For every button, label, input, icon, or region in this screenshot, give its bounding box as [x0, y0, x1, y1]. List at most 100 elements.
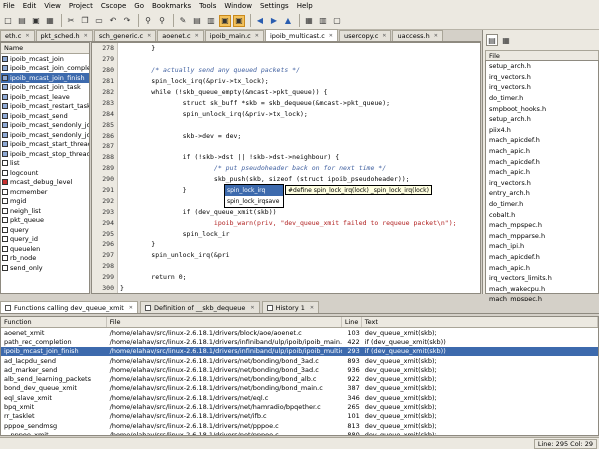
table-row[interactable]: bpq_xmit/home/elahav/src/linux-2.6.18.1/… — [1, 402, 598, 411]
code-line[interactable]: } — [120, 43, 480, 54]
menu-go[interactable]: Go — [134, 2, 144, 10]
menu-settings[interactable]: Settings — [260, 2, 289, 10]
symbol-item[interactable]: ipoib_mcast_leave — [1, 92, 89, 102]
close-icon[interactable]: ✕ — [129, 305, 133, 311]
result-tab[interactable]: Definition of __skb_dequeue ✕ — [139, 301, 260, 313]
tab-uaccess-h[interactable]: uaccess.h ✕ — [392, 30, 443, 41]
copy-icon[interactable]: ❐ — [79, 15, 91, 27]
symbol-item[interactable]: mcast_debug_level — [1, 178, 89, 188]
close-icon[interactable]: ✕ — [255, 33, 259, 39]
code-line[interactable]: } — [120, 239, 480, 250]
code-line[interactable]: if (dev_queue_xmit(skb)) — [120, 206, 480, 217]
symbol-item[interactable]: query_id — [1, 235, 89, 245]
file-item[interactable]: mach_apic.h — [486, 262, 598, 273]
file-item[interactable]: cobalt.h — [486, 209, 598, 220]
code-line[interactable]: spin_lock_ir — [120, 228, 480, 239]
symbol-item[interactable]: ipoib_mcast_join — [1, 54, 89, 64]
file-item[interactable]: mach_wakecpu.h — [486, 283, 598, 294]
code-line[interactable] — [120, 195, 480, 206]
code-line[interactable]: ipoib_warn(priv, "dev_queue_xmit failed … — [120, 217, 480, 228]
symbol-item[interactable]: neigh_list — [1, 206, 89, 216]
column-file[interactable]: File — [107, 317, 342, 327]
code-line[interactable] — [120, 141, 480, 152]
close-icon[interactable]: ✕ — [329, 33, 333, 39]
file-item[interactable]: mach_apic.h — [486, 167, 598, 178]
tab-pkt-sched-h[interactable]: pkt_sched.h ✕ — [35, 30, 93, 41]
autocomplete-item[interactable]: spin_lock_irqsave — [225, 196, 283, 207]
symbol-item[interactable]: ipoib_mcast_send — [1, 111, 89, 121]
symbol-item[interactable]: list — [1, 159, 89, 169]
code-lines[interactable]: } /* actually send any queued packets */… — [120, 43, 480, 293]
menu-project[interactable]: Project — [69, 2, 93, 10]
symbol-item[interactable]: ipoib_mcast_restart_task — [1, 102, 89, 112]
menu-bookmarks[interactable]: Bookmarks — [152, 2, 191, 10]
tab-usercopy-c[interactable]: usercopy.c ✕ — [339, 30, 392, 41]
find-icon[interactable]: ⚲ — [142, 15, 154, 27]
split-icon[interactable]: ▥ — [317, 15, 329, 27]
result-tab[interactable]: History 1 ✕ — [261, 301, 320, 313]
code-line[interactable]: skb_push(skb, sizeof (struct ipoib_pseud… — [120, 174, 480, 185]
code-line[interactable] — [120, 54, 480, 65]
file-item[interactable]: do_timer.h — [486, 93, 598, 104]
code-line[interactable]: spin_lock_irq(&priv->tx_lock); — [120, 76, 480, 87]
symbol-item[interactable]: logcount — [1, 168, 89, 178]
back-icon[interactable]: ◀ — [254, 15, 266, 27]
file-item[interactable]: irq_vectors.h — [486, 82, 598, 93]
close-icon[interactable]: ✕ — [25, 33, 29, 39]
file-item[interactable]: piix4.h — [486, 125, 598, 136]
table-row[interactable]: rr_tasklet/home/elahav/src/linux-2.6.18.… — [1, 412, 598, 421]
window-icon[interactable]: ▢ — [331, 15, 343, 27]
redo-icon[interactable]: ↷ — [121, 15, 133, 27]
file-item[interactable]: mach_apicdef.h — [486, 135, 598, 146]
code-line[interactable]: while (!skb_queue_empty(&mcast->pkt_queu… — [120, 87, 480, 98]
symbol-item[interactable]: pkt_queue — [1, 216, 89, 226]
file-item[interactable]: mach_apic.h — [486, 146, 598, 157]
symbol-item[interactable]: queuelen — [1, 244, 89, 254]
table-row[interactable]: path_rec_completion/home/elahav/src/linu… — [1, 337, 598, 346]
code-line[interactable]: } — [120, 283, 480, 293]
table-row[interactable]: bond_dev_queue_xmit/home/elahav/src/linu… — [1, 384, 598, 393]
find-next-icon[interactable]: ⚲ — [156, 15, 168, 27]
query-icon[interactable]: ✎ — [177, 15, 189, 27]
file-item[interactable]: mach_mpparse.h — [486, 231, 598, 242]
forward-icon[interactable]: ▶ — [268, 15, 280, 27]
file-tree-icon[interactable]: ▦ — [500, 34, 512, 46]
new-file-icon[interactable]: □ — [2, 15, 14, 27]
table-row[interactable]: aoenet_xmit/home/elahav/src/linux-2.6.18… — [1, 328, 598, 337]
file-item[interactable]: smpboot_hooks.h — [486, 103, 598, 114]
symbol-item[interactable]: ipoib_mcast_join_complet — [1, 64, 89, 74]
close-icon[interactable]: ✕ — [382, 33, 386, 39]
close-icon[interactable]: ✕ — [195, 33, 199, 39]
tab-aoenet-c[interactable]: aoenet.c ✕ — [157, 30, 204, 41]
open-icon[interactable]: ▤ — [16, 15, 28, 27]
close-icon[interactable]: ✕ — [250, 305, 254, 311]
file-item[interactable]: mach_mpspec.h — [486, 220, 598, 231]
column-line[interactable]: Line — [342, 317, 362, 327]
symbol-list-header[interactable]: Name — [1, 43, 89, 54]
file-item[interactable]: mach_apicdef.h — [486, 252, 598, 263]
menu-help[interactable]: Help — [297, 2, 313, 10]
paste-icon[interactable]: ▭ — [93, 15, 105, 27]
file-item[interactable]: mach_ipi.h — [486, 241, 598, 252]
code-line[interactable]: return 0; — [120, 272, 480, 283]
code-line[interactable]: /* actually send any queued packets */ — [120, 65, 480, 76]
table-row[interactable]: ad_marker_send/home/elahav/src/linux-2.6… — [1, 365, 598, 374]
code-line[interactable] — [120, 261, 480, 272]
undo-icon[interactable]: ↶ — [107, 15, 119, 27]
symbol-item[interactable]: rb_node — [1, 254, 89, 264]
menu-tools[interactable]: Tools — [199, 2, 216, 10]
menu-window[interactable]: Window — [224, 2, 252, 10]
table-row[interactable]: alb_send_learning_packets/home/elahav/sr… — [1, 374, 598, 383]
tab-ipoib-multicast-c[interactable]: ipoib_multicast.c ✕ — [264, 29, 338, 41]
result-tab[interactable]: Functions calling dev_queue_xmit ✕ — [0, 301, 138, 313]
file-item[interactable]: do_timer.h — [486, 199, 598, 210]
file-item[interactable]: setup_arch.h — [486, 114, 598, 125]
symbol-item[interactable]: ipoib_mcast_sendonly_jo — [1, 130, 89, 140]
symbol-item[interactable]: mgid — [1, 197, 89, 207]
file-item[interactable]: mach_apicdef.h — [486, 156, 598, 167]
file-item[interactable]: irq_vectors.h — [486, 178, 598, 189]
code-editor[interactable]: 278 279 280 281 282 283 284 285 286 287 288 289 290 2… — [91, 42, 481, 294]
callees-icon[interactable]: ▣ — [233, 14, 245, 27]
file-item[interactable]: entry_arch.h — [486, 188, 598, 199]
file-list-icon[interactable]: ▤ — [486, 34, 498, 46]
